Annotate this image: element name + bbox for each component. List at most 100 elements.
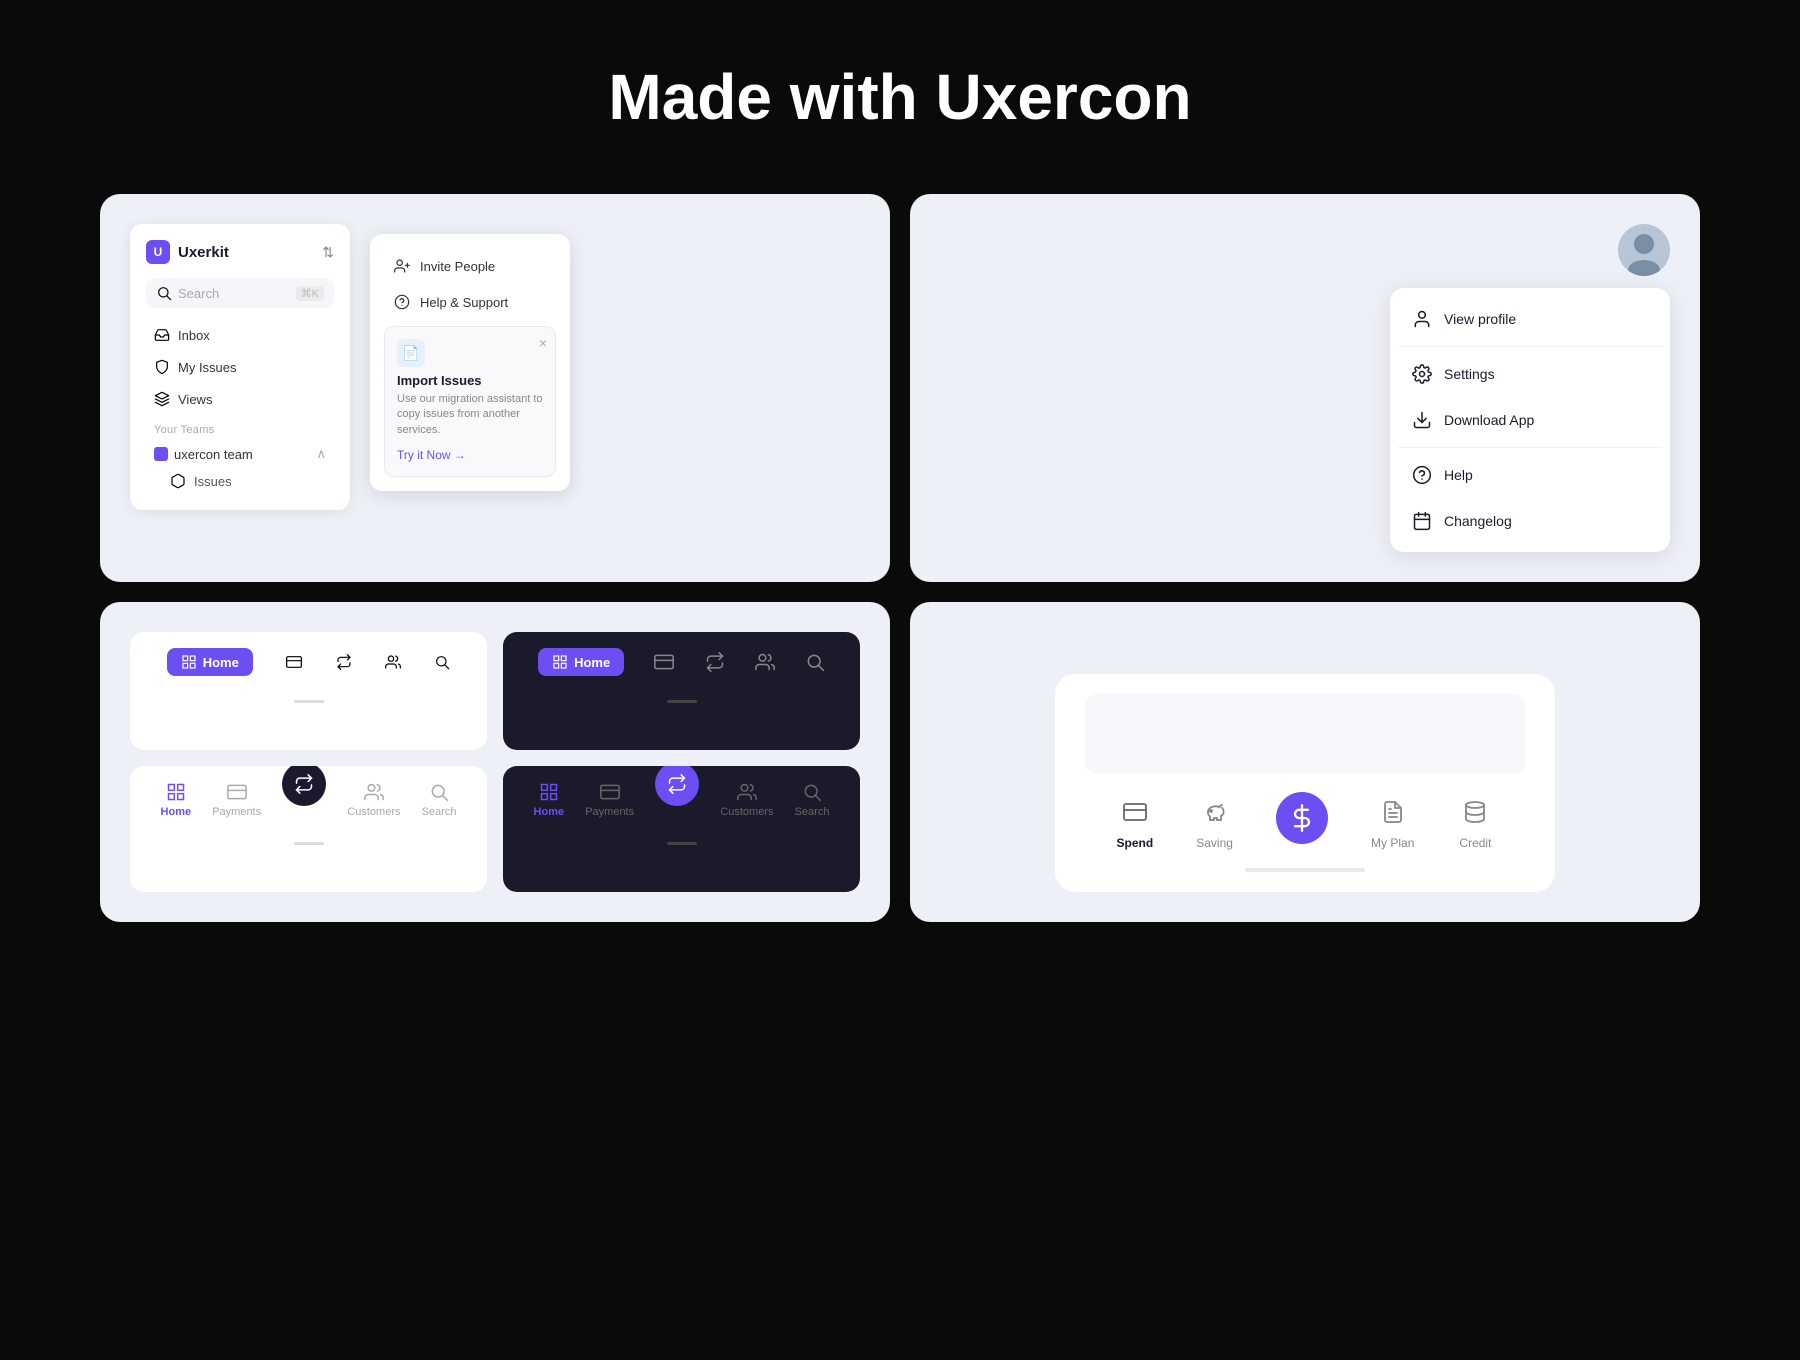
nav-tab-users-dark[interactable] (755, 652, 775, 672)
import-description: Use our migration assistant to copy issu… (397, 392, 543, 438)
import-close-icon[interactable]: × (539, 335, 547, 351)
download-app-label: Download App (1444, 412, 1534, 428)
nav-tab-home-dark-labeled[interactable]: Home (534, 782, 565, 818)
fab-button-dark[interactable] (655, 766, 699, 806)
search-icon-dl (802, 782, 822, 802)
dropdown-item-invite[interactable]: Invite People (384, 248, 556, 284)
search-shortcut: ⌘K (296, 286, 324, 301)
nav-tab-fab-light[interactable] (282, 784, 326, 806)
finance-indicator (1245, 868, 1365, 872)
customers-label-ll: Customers (347, 806, 400, 818)
nav-tab-home-light-labeled[interactable]: Home (161, 782, 192, 818)
transfer-icon-fab-dark (667, 774, 687, 794)
profile-menu-view-profile[interactable]: View profile (1398, 296, 1662, 342)
home-icon-ll (166, 782, 186, 802)
nav-tab-customers-light[interactable]: Customers (347, 782, 400, 818)
search-label-dl: Search (795, 806, 830, 818)
finance-tabs: Spend Saving (1085, 794, 1525, 850)
nav-bar-dark-labeled: Home Payments Customers Search (503, 766, 860, 892)
nav-tab-transfer-dark[interactable] (705, 652, 725, 672)
payments-icon-ll (227, 782, 247, 802)
search-icon (156, 285, 172, 301)
payments-icon-dl (600, 782, 620, 802)
search-placeholder: Search (178, 286, 290, 301)
inbox-icon (154, 327, 170, 343)
nav-tab-card-dark[interactable] (654, 652, 674, 672)
nav-tab-customers-dark[interactable]: Customers (720, 782, 773, 818)
nav-bar-light-labeled: Home Payments Customers (130, 766, 487, 892)
panel-sidebar: U Uxerkit ⇅ Search ⌘K Inbox My Issues Vi… (100, 194, 890, 582)
search-icon-dark (805, 652, 825, 672)
nav-tab-search-light[interactable] (434, 654, 450, 670)
profile-menu-settings[interactable]: Settings (1398, 351, 1662, 397)
finance-top-area (1085, 694, 1525, 774)
nav-tab-fab-dark[interactable] (655, 784, 699, 806)
home-tab-label-light: Home (203, 655, 239, 670)
sidebar-item-inbox[interactable]: Inbox (146, 320, 334, 350)
nav-tab-home-dark[interactable]: Home (538, 648, 624, 676)
nav-bar-light-simple-inner: Home (130, 632, 487, 692)
search-bar[interactable]: Search ⌘K (146, 278, 334, 308)
nav-indicator-dark-labeled (667, 842, 697, 845)
nav-tab-search-dark-labeled[interactable]: Search (795, 782, 830, 818)
import-link[interactable]: Try it Now → (397, 448, 466, 462)
credit-icon (1457, 794, 1493, 830)
import-card: × 📄 Import Issues Use our migration assi… (384, 326, 556, 477)
help-label: Help (1444, 467, 1473, 483)
spend-icon (1117, 794, 1153, 830)
card-icon-dark (654, 652, 674, 672)
help-icon (1412, 465, 1432, 485)
finance-card: Spend Saving (1055, 674, 1555, 892)
team-item[interactable]: uxercon team ∧ (146, 440, 334, 468)
user-plus-icon (394, 258, 410, 274)
nav-tab-search-light-labeled[interactable]: Search (422, 782, 457, 818)
finance-tab-credit[interactable]: Credit (1457, 794, 1493, 850)
nav-bar-dark-simple: Home (503, 632, 860, 750)
nav-tab-transfer-light[interactable] (336, 654, 352, 670)
nav-tab-card-light[interactable] (286, 654, 302, 670)
changelog-icon (1412, 511, 1432, 531)
profile-menu-help[interactable]: Help (1398, 452, 1662, 498)
chevron-updown-icon[interactable]: ⇅ (322, 244, 334, 261)
customers-icon-dl (737, 782, 757, 802)
transfer-icon-fab (294, 774, 314, 794)
finance-tab-center[interactable] (1276, 800, 1328, 844)
nav-tab-search-dark[interactable] (805, 652, 825, 672)
spend-label: Spend (1117, 836, 1154, 850)
download-icon (1412, 410, 1432, 430)
nav-bar-dark-simple-inner: Home (503, 632, 860, 692)
payments-label-ll: Payments (212, 806, 261, 818)
fab-button-light[interactable] (282, 766, 326, 806)
finance-tab-myplan[interactable]: My Plan (1371, 794, 1414, 850)
menu-divider (1398, 346, 1662, 347)
finance-tab-saving[interactable]: Saving (1196, 794, 1233, 850)
home-icon-dl (539, 782, 559, 802)
myplan-label: My Plan (1371, 836, 1414, 850)
dropdown-item-help[interactable]: Help & Support (384, 284, 556, 320)
sidebar-sub-issues[interactable]: Issues (146, 468, 334, 494)
search-label-ll: Search (422, 806, 457, 818)
profile-menu-download-app[interactable]: Download App (1398, 397, 1662, 443)
nav-bar-light-simple: Home (130, 632, 487, 750)
home-grid-icon (181, 654, 197, 670)
finance-tab-spend[interactable]: Spend (1117, 794, 1154, 850)
profile-menu-changelog[interactable]: Changelog (1398, 498, 1662, 544)
users-icon-light (385, 654, 401, 670)
nav-indicator-light (294, 700, 324, 703)
team-dot (154, 447, 168, 461)
nav-indicator-light-labeled (294, 842, 324, 845)
transfer-icon-dark (705, 652, 725, 672)
search-icon-light (434, 654, 450, 670)
nav-tab-home-light[interactable]: Home (167, 648, 253, 676)
nav-tab-users-light[interactable] (385, 654, 401, 670)
nav-tab-payments-dark[interactable]: Payments (585, 782, 634, 818)
home-active-bg-dark: Home (538, 648, 624, 676)
sidebar-item-views[interactable]: Views (146, 384, 334, 414)
help-circle-icon (394, 294, 410, 310)
home-tab-label-dark: Home (574, 655, 610, 670)
shield-icon (154, 359, 170, 375)
nav-tab-payments-light[interactable]: Payments (212, 782, 261, 818)
myplan-icon (1375, 794, 1411, 830)
sidebar-item-my-issues[interactable]: My Issues (146, 352, 334, 382)
avatar (1618, 224, 1670, 276)
